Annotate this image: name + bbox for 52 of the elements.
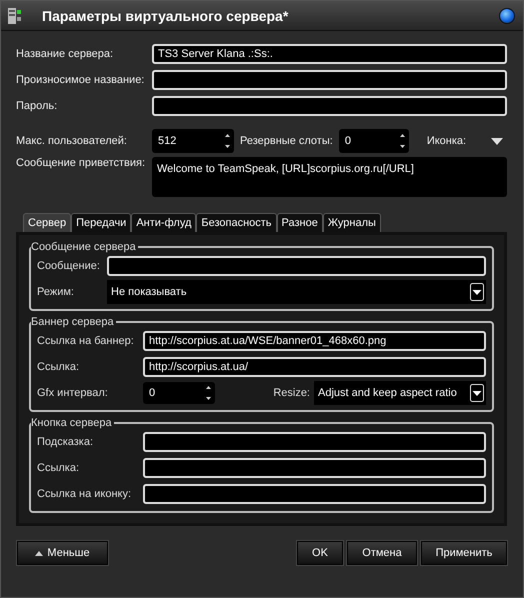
field-label: Сообщение: <box>37 260 101 272</box>
input-field[interactable] <box>152 70 507 90</box>
input-field[interactable] <box>143 432 486 452</box>
field-label: Ссылка на баннер: <box>37 335 135 347</box>
dialog-button[interactable]: OK <box>297 541 343 565</box>
field-label: Ссылка: <box>37 462 80 474</box>
welcome-message-field[interactable]: Welcome to TeamSpeak, [URL]scorpius.org.ru[/URL] <box>152 157 507 197</box>
dropdown-icon[interactable] <box>491 138 503 144</box>
spin-box[interactable]: 512 <box>152 129 234 153</box>
tab[interactable]: Сервер <box>23 213 72 232</box>
input-field[interactable] <box>143 484 486 504</box>
input-field[interactable]: http://scorpius.at.ua/WSE/banner01_468x60.png <box>143 331 486 351</box>
tab[interactable]: Передачи <box>71 213 132 232</box>
field-label: Пароль: <box>16 100 58 112</box>
spin-box[interactable]: 0 <box>338 129 409 153</box>
up-down-arrows-icon[interactable] <box>225 134 230 148</box>
field-label: Произносимое название: <box>16 74 146 86</box>
field-label: Иконка: <box>426 135 468 147</box>
caret-up-icon <box>35 550 44 556</box>
field-label: Ссылка: <box>37 361 80 373</box>
tab[interactable]: Журналы <box>322 213 381 232</box>
dialog-button[interactable]: Отмена <box>347 541 417 565</box>
spin-box[interactable]: 0 <box>143 382 215 404</box>
group-title: Кнопка сервера <box>31 417 113 429</box>
input-field[interactable] <box>143 458 486 478</box>
tab[interactable]: Безопасность <box>196 213 277 232</box>
up-down-arrows-icon[interactable] <box>400 134 405 148</box>
field-label: Макс. пользователей: <box>16 135 128 147</box>
field-label: Режим: <box>37 286 75 298</box>
field-label: Resize: <box>272 387 310 399</box>
input-field[interactable] <box>107 256 486 276</box>
tab[interactable]: Анти-флуд <box>131 213 196 232</box>
input-field[interactable]: http://scorpius.at.ua/ <box>143 357 486 377</box>
field-label: Подсказка: <box>37 436 94 448</box>
group-title: Баннер сервера <box>31 316 115 328</box>
window-title: Параметры виртуального сервера* <box>42 8 290 24</box>
tab[interactable]: Разное <box>276 213 323 232</box>
field-label: Сообщение приветствия: <box>16 157 146 169</box>
field-label: Название сервера: <box>16 48 114 60</box>
close-button[interactable] <box>499 8 515 24</box>
dropdown[interactable]: Adjust and keep aspect ratio <box>314 381 486 405</box>
dropdown[interactable]: Не показывать <box>107 280 486 304</box>
input-field[interactable] <box>152 96 507 116</box>
field-label: Gfx интервал: <box>37 387 109 399</box>
input-field[interactable]: TS3 Server Klana .:Ss:. <box>152 44 507 64</box>
dialog-button[interactable]: Применить <box>421 541 507 565</box>
field-label: Резервные слоты: <box>240 135 333 147</box>
group-title: Сообщение сервера <box>31 241 137 253</box>
less-button[interactable]: Меньше <box>17 541 108 565</box>
field-label: Ссылка на иконку: <box>37 488 132 500</box>
up-down-arrows-icon[interactable] <box>206 386 211 400</box>
server-icon <box>8 8 22 24</box>
